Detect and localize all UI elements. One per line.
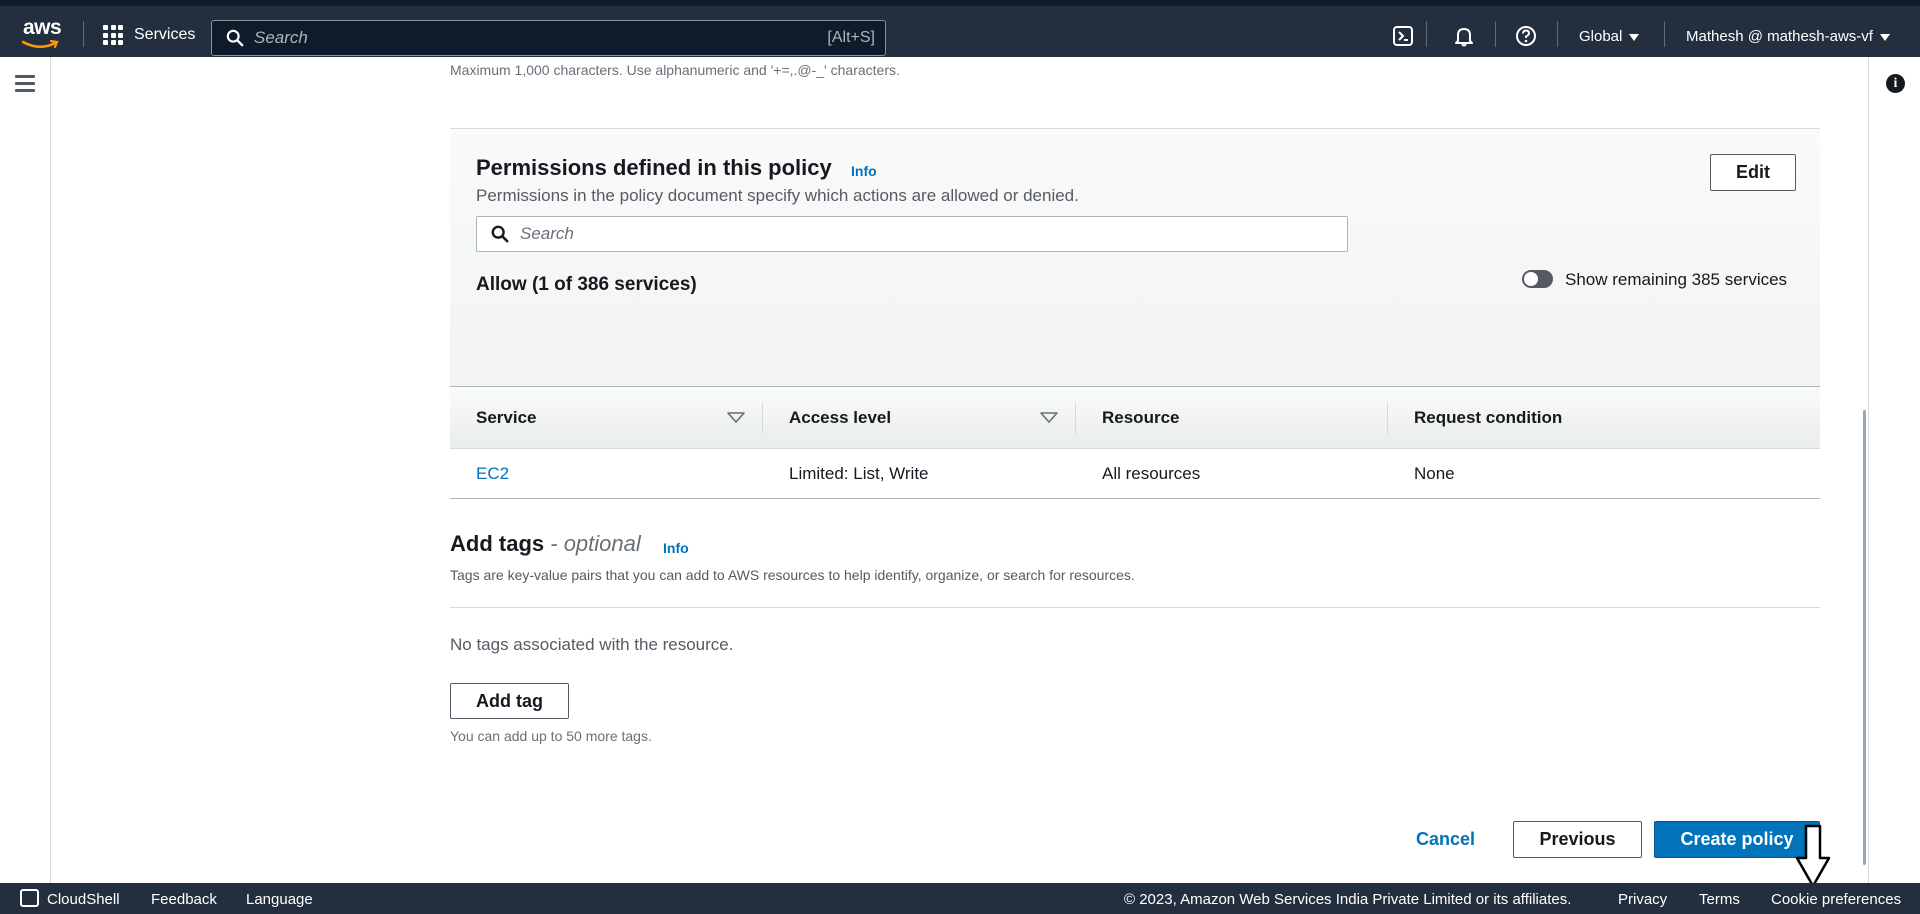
account-label: Mathesh @ mathesh-aws-vf — [1686, 28, 1873, 45]
aws-logo-text: aws — [23, 16, 62, 39]
column-header-access-level[interactable]: Access level — [763, 387, 1076, 449]
permissions-info-link[interactable]: Info — [851, 163, 877, 179]
nav-divider — [83, 21, 84, 47]
add-tag-button[interactable]: Add tag — [450, 683, 569, 719]
nav-divider — [1495, 21, 1496, 47]
hamburger-menu-icon[interactable] — [15, 75, 35, 96]
aws-logo[interactable]: aws — [20, 16, 64, 50]
edit-button[interactable]: Edit — [1710, 154, 1796, 191]
info-panel-icon[interactable]: i — [1886, 74, 1905, 93]
help-panel-rail: i — [1868, 57, 1920, 883]
column-header-service[interactable]: Service — [450, 387, 763, 449]
cloudshell-icon[interactable] — [20, 889, 39, 907]
previous-button[interactable]: Previous — [1513, 821, 1642, 858]
console-footer: CloudShell Feedback Language © 2023, Ama… — [0, 883, 1920, 914]
footer-cloudshell-link[interactable]: CloudShell — [47, 891, 120, 908]
account-menu[interactable]: Mathesh @ mathesh-aws-vf — [1686, 28, 1890, 45]
cell-resource: All resources — [1102, 463, 1201, 483]
service-link[interactable]: EC2 — [476, 464, 509, 483]
column-label: Access level — [789, 407, 892, 427]
footer-language-link[interactable]: Language — [246, 891, 313, 908]
tags-limit-hint: You can add up to 50 more tags. — [450, 728, 652, 744]
help-icon[interactable] — [1515, 25, 1537, 47]
no-tags-message: No tags associated with the resource. — [450, 635, 734, 654]
search-icon — [226, 29, 244, 47]
allow-services-label: Allow (1 of 386 services) — [476, 274, 697, 295]
tags-description: Tags are key-value pairs that you can ad… — [450, 567, 1135, 583]
tags-title-text: Add tags — [450, 531, 545, 556]
down-arrow-annotation-icon — [1795, 824, 1831, 888]
global-search-box[interactable]: [Alt+S] — [211, 20, 886, 56]
tags-optional-label: - optional — [550, 531, 641, 556]
bell-icon[interactable] — [1453, 25, 1475, 47]
footer-copyright: © 2023, Amazon Web Services India Privat… — [1124, 891, 1572, 908]
footer-feedback-link[interactable]: Feedback — [151, 891, 217, 908]
tags-section-title: Add tags - optional — [450, 531, 641, 557]
left-navigation-rail — [0, 57, 51, 883]
column-header-resource: Resource — [1076, 387, 1388, 449]
toggle-knob — [1524, 272, 1538, 286]
show-remaining-services-toggle[interactable] — [1522, 270, 1553, 288]
cell-service: EC2 — [450, 464, 763, 484]
tags-info-link[interactable]: Info — [663, 540, 689, 556]
nav-divider — [1426, 21, 1427, 47]
caret-down-icon — [1629, 33, 1640, 41]
table-header: Service Access level Resource Request co… — [450, 387, 1820, 449]
cell-access-level: Limited: List, Write — [789, 463, 929, 483]
sort-caret-icon[interactable] — [1040, 411, 1058, 424]
cell-request-condition: None — [1414, 463, 1455, 483]
permissions-title: Permissions defined in this policy — [476, 155, 832, 180]
table-row: EC2 Limited: List, Write All resources N… — [450, 449, 1820, 499]
top-navigation: aws Services [Alt+S] Global — [0, 0, 1920, 57]
search-shortcut-hint: [Alt+S] — [827, 29, 875, 46]
cancel-button[interactable]: Cancel — [1416, 829, 1475, 850]
column-label: Request condition — [1414, 407, 1563, 427]
services-label: Services — [134, 26, 196, 43]
caret-down-icon — [1879, 33, 1890, 41]
grid-icon — [103, 25, 123, 45]
footer-privacy-link[interactable]: Privacy — [1618, 891, 1667, 908]
description-hint: Maximum 1,000 characters. Use alphanumer… — [450, 62, 900, 78]
permissions-table: Service Access level Resource Request co… — [450, 387, 1820, 499]
column-label: Resource — [1102, 407, 1180, 427]
permissions-description: Permissions in the policy document speci… — [476, 186, 1079, 205]
column-header-request-condition: Request condition — [1388, 387, 1820, 449]
column-label: Service — [476, 407, 537, 427]
aws-smile-icon — [22, 40, 59, 49]
services-menu-button[interactable]: Services — [103, 20, 195, 50]
sort-caret-icon[interactable] — [727, 411, 745, 424]
nav-divider — [1557, 21, 1558, 47]
global-search-input[interactable] — [254, 28, 828, 48]
permissions-search-input[interactable] — [520, 224, 1347, 244]
toggle-label: Show remaining 385 services — [1565, 270, 1788, 289]
permissions-panel: Permissions defined in this policy Info … — [450, 129, 1820, 387]
nav-divider — [1664, 21, 1665, 47]
search-icon — [491, 225, 509, 243]
footer-terms-link[interactable]: Terms — [1699, 891, 1740, 908]
divider — [450, 607, 1820, 608]
region-selector[interactable]: Global — [1579, 28, 1640, 45]
cloudshell-icon[interactable] — [1392, 25, 1414, 47]
main-content: Maximum 1,000 characters. Use alphanumer… — [52, 57, 1867, 888]
region-label: Global — [1579, 28, 1623, 45]
footer-cookie-preferences-link[interactable]: Cookie preferences — [1771, 891, 1901, 908]
permissions-search-box[interactable] — [476, 216, 1348, 252]
